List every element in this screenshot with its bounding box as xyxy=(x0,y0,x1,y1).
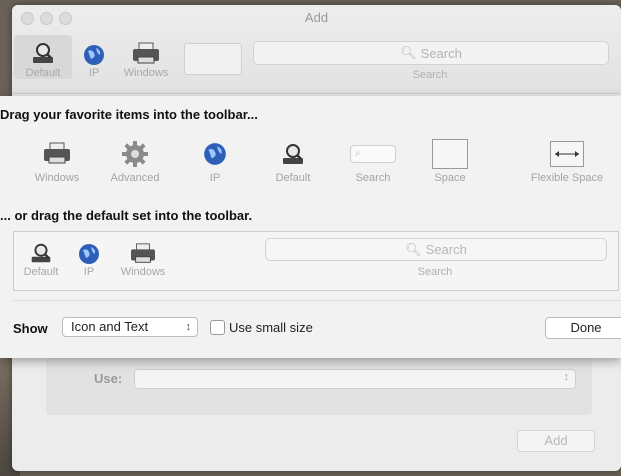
search-placeholder: Search xyxy=(425,242,467,257)
sheet-divider xyxy=(13,300,621,301)
palette-item-flexible-space[interactable]: Flexible Space xyxy=(524,136,610,184)
show-select[interactable]: Icon and Text ↕ xyxy=(62,317,198,337)
titlebar: Add Default IP Windows 🔍︎ Search Search xyxy=(12,5,621,94)
magnifier-icon: 🔍︎ xyxy=(400,45,417,60)
space-icon xyxy=(430,136,470,172)
use-select[interactable]: ↕ xyxy=(134,369,576,389)
toolbar-search-label: Search xyxy=(412,69,448,81)
window-title: Add xyxy=(304,10,329,25)
palette-item-default[interactable]: Default xyxy=(268,136,318,184)
palette-item-ip[interactable]: IP xyxy=(200,136,230,184)
show-select-value: Icon and Text xyxy=(71,319,149,334)
customize-toolbar-sheet: Drag your favorite items into the toolba… xyxy=(0,96,621,358)
palette-item-space[interactable]: Space xyxy=(430,136,470,184)
magnifier-icon: 🔍︎ xyxy=(405,241,422,257)
printer-icon xyxy=(116,35,176,67)
toolbar-item-label: IP xyxy=(88,67,100,79)
default-icon xyxy=(268,136,318,172)
drag-default-title: ... or drag the default set into the too… xyxy=(0,208,253,223)
palette-item-label: IP xyxy=(209,172,221,184)
toolbar-item-windows[interactable]: Windows xyxy=(116,35,176,79)
palette-item-label: Windows xyxy=(34,172,80,184)
default-set-item-ip: IP xyxy=(76,236,102,278)
palette-item-label: Default xyxy=(275,172,311,184)
default-icon xyxy=(14,35,72,67)
default-set-item-label: Windows xyxy=(120,266,166,278)
use-label: Use: xyxy=(94,371,123,386)
chevron-updown-icon: ↕ xyxy=(185,321,192,333)
palette-item-search[interactable]: ⌕ Search xyxy=(348,136,398,184)
palette-item-label: Space xyxy=(434,172,466,184)
palette-item-windows[interactable]: Windows xyxy=(28,136,86,184)
gear-icon xyxy=(104,136,166,172)
globe-icon xyxy=(76,236,102,266)
use-row: Use: ↕ xyxy=(46,357,592,415)
default-set-item-label: Default xyxy=(23,266,59,278)
globe-icon xyxy=(200,136,230,172)
default-icon xyxy=(18,236,64,266)
printer-icon xyxy=(28,136,86,172)
default-set-bar[interactable]: Default IP Windows 🔍︎ Search Search xyxy=(13,231,619,291)
done-button[interactable]: Done xyxy=(545,317,621,339)
search-placeholder: Search xyxy=(420,45,462,61)
default-set-item-default: Default xyxy=(18,236,64,278)
palette-item-advanced[interactable]: Advanced xyxy=(104,136,166,184)
drag-items-title: Drag your favorite items into the toolba… xyxy=(0,107,258,122)
default-set-item-windows: Windows xyxy=(114,236,172,278)
search-field-icon: ⌕ xyxy=(348,136,398,172)
use-small-size-checkbox[interactable] xyxy=(210,320,225,335)
use-small-size-label[interactable]: Use small size xyxy=(229,320,313,335)
toolbar-search-field[interactable]: 🔍︎ Search xyxy=(253,41,609,65)
toolbar-blank-item xyxy=(184,43,242,75)
show-label: Show xyxy=(13,321,48,336)
palette-item-label: Advanced xyxy=(110,172,160,184)
printer-icon xyxy=(114,236,172,266)
add-button[interactable]: Add xyxy=(517,430,595,452)
globe-icon xyxy=(80,35,108,67)
flexible-space-icon xyxy=(524,136,610,172)
toolbar-item-default[interactable]: Default xyxy=(14,35,72,79)
toolbar-item-ip[interactable]: IP xyxy=(80,35,108,79)
chevron-updown-icon: ↕ xyxy=(563,371,570,383)
default-set-search-label: Search xyxy=(417,266,453,278)
toolbar-item-label: Default xyxy=(25,67,61,79)
default-set-search-field: 🔍︎ Search xyxy=(265,238,607,261)
default-set-item-label: IP xyxy=(83,266,95,278)
toolbar-item-label: Windows xyxy=(123,67,169,79)
palette-item-label: Flexible Space xyxy=(530,172,604,184)
palette-item-label: Search xyxy=(355,172,391,184)
